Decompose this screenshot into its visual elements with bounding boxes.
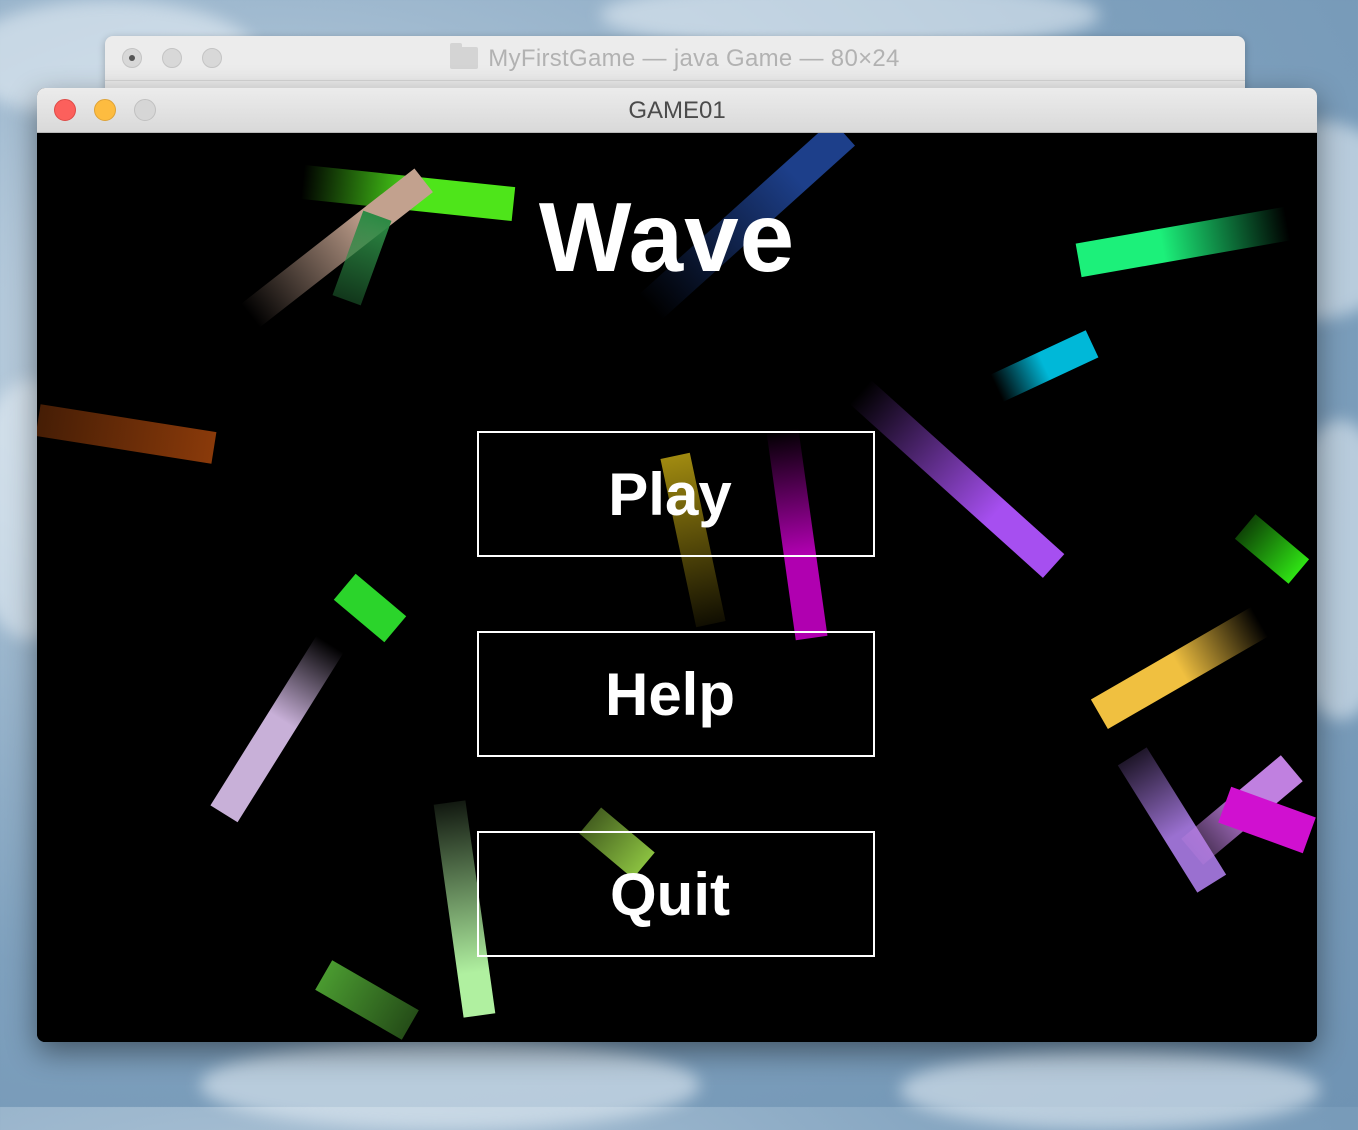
folder-icon — [450, 43, 479, 69]
game-titlebar[interactable]: GAME01 — [37, 88, 1317, 133]
terminal-titlebar[interactable]: MyFirstGame — java Game — 80×24 — [105, 36, 1245, 81]
play-button-label: Play — [608, 460, 732, 528]
terminal-title: MyFirstGame — java Game — 80×24 — [105, 43, 1245, 73]
particle-trail — [1234, 514, 1310, 584]
particle-trail — [37, 404, 217, 464]
particle-trail — [849, 380, 1065, 578]
help-button[interactable]: Help — [477, 631, 875, 757]
particle-trail — [210, 635, 344, 823]
particle-trail — [315, 960, 419, 1040]
particle-trail — [990, 330, 1099, 402]
quit-button[interactable]: Quit — [477, 831, 875, 957]
quit-button-label: Quit — [610, 860, 730, 928]
game-canvas[interactable]: Wave Play Help Quit — [37, 133, 1317, 1042]
particle-trail — [1090, 607, 1269, 729]
game-window-title: GAME01 — [628, 97, 726, 124]
game-window[interactable]: GAME01 Wave Play Help Quit — [37, 88, 1317, 1042]
help-button-label: Help — [604, 660, 736, 728]
particle-trail — [333, 573, 407, 643]
terminal-title-text: MyFirstGame — java Game — 80×24 — [488, 45, 900, 72]
play-button[interactable]: Play — [477, 431, 875, 557]
game-title: Wave — [538, 182, 796, 292]
